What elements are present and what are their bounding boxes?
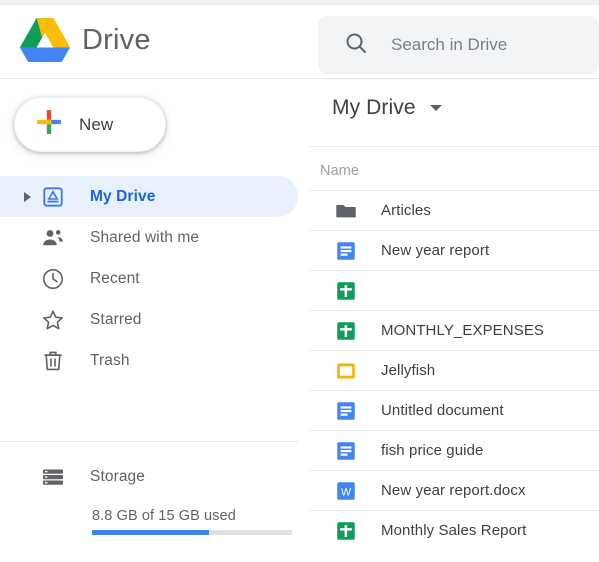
storage-usage-text: 8.8 GB of 15 GB used bbox=[92, 508, 236, 524]
sidebar-item-label: Shared with me bbox=[90, 228, 200, 246]
table-row[interactable]: W New year report.docx bbox=[310, 470, 599, 510]
my-drive-icon bbox=[40, 184, 66, 210]
table-row[interactable]: New year report bbox=[310, 230, 599, 270]
search-input[interactable] bbox=[391, 35, 581, 55]
table-row[interactable] bbox=[310, 270, 599, 310]
brand[interactable]: Drive bbox=[20, 17, 151, 63]
file-name: fish price guide bbox=[381, 442, 484, 459]
star-icon bbox=[40, 307, 66, 333]
folder-icon bbox=[334, 199, 358, 223]
google-docs-icon bbox=[334, 239, 358, 263]
sidebar-item-label: Starred bbox=[90, 310, 142, 328]
google-sheets-icon bbox=[334, 519, 358, 543]
sidebar-item-my-drive[interactable]: My Drive bbox=[0, 176, 310, 217]
sidebar-item-shared-with-me[interactable]: Shared with me bbox=[0, 217, 310, 258]
file-name: Monthly Sales Report bbox=[381, 522, 527, 539]
expand-my-drive-icon[interactable] bbox=[14, 191, 40, 202]
file-list-header: Name bbox=[310, 146, 599, 190]
storage-progress-fill bbox=[92, 530, 210, 535]
app-header: Drive bbox=[0, 5, 599, 79]
file-list: Articles New year report MONTHLY_EXPENSE… bbox=[310, 190, 599, 550]
page-title: My Drive bbox=[332, 96, 416, 119]
plus-icon bbox=[15, 109, 62, 140]
svg-text:W: W bbox=[341, 486, 352, 498]
file-name: Untitled document bbox=[381, 402, 504, 419]
table-row[interactable]: fish price guide bbox=[310, 430, 599, 470]
google-docs-icon bbox=[334, 399, 358, 423]
sidebar: New My Drive Shared with me Recent Starr… bbox=[0, 80, 310, 562]
table-row[interactable]: Articles bbox=[310, 190, 599, 230]
storage-label: Storage bbox=[90, 467, 145, 485]
table-row[interactable]: Jellyfish bbox=[310, 350, 599, 390]
storage-progress-bar bbox=[92, 530, 292, 535]
sidebar-item-label: Recent bbox=[90, 269, 140, 287]
sidebar-item-starred[interactable]: Starred bbox=[0, 299, 310, 340]
table-row[interactable]: Untitled document bbox=[310, 390, 599, 430]
storage-icon bbox=[40, 464, 66, 490]
word-doc-icon: W bbox=[334, 479, 358, 503]
sidebar-item-label: My Drive bbox=[90, 187, 156, 205]
google-sheets-icon bbox=[334, 319, 358, 343]
search-bar[interactable] bbox=[318, 16, 599, 74]
sidebar-item-trash[interactable]: Trash bbox=[0, 340, 310, 381]
chevron-down-icon[interactable] bbox=[429, 105, 442, 111]
sidebar-item-recent[interactable]: Recent bbox=[0, 258, 310, 299]
trash-icon bbox=[40, 348, 66, 374]
breadcrumb[interactable]: My Drive bbox=[332, 96, 442, 120]
table-row[interactable]: MONTHLY_EXPENSES bbox=[310, 310, 599, 350]
sidebar-divider bbox=[0, 441, 298, 442]
search-icon bbox=[318, 31, 368, 60]
google-drive-logo bbox=[20, 17, 70, 63]
file-name: Articles bbox=[381, 202, 431, 219]
sidebar-item-label: Trash bbox=[90, 351, 130, 369]
google-sheets-icon bbox=[334, 279, 358, 303]
file-name: MONTHLY_EXPENSES bbox=[381, 322, 545, 339]
file-name: New year report bbox=[381, 242, 490, 259]
image-file-icon bbox=[334, 359, 358, 383]
google-drive-window: Drive New bbox=[0, 0, 599, 562]
column-header-name: Name bbox=[320, 163, 360, 179]
sidebar-nav: My Drive Shared with me Recent Starred T… bbox=[0, 176, 310, 381]
main-content: My Drive Name Articles New year report M… bbox=[310, 80, 599, 562]
file-name: New year report.docx bbox=[381, 482, 526, 499]
sidebar-item-storage[interactable]: Storage bbox=[0, 456, 310, 497]
file-name: Jellyfish bbox=[381, 362, 436, 379]
new-button[interactable]: New bbox=[14, 97, 166, 152]
app-title: Drive bbox=[82, 23, 151, 56]
people-icon bbox=[40, 225, 66, 251]
new-button-label: New bbox=[79, 114, 114, 134]
clock-icon bbox=[40, 266, 66, 292]
table-row[interactable]: Monthly Sales Report bbox=[310, 510, 599, 550]
google-docs-icon bbox=[334, 439, 358, 463]
